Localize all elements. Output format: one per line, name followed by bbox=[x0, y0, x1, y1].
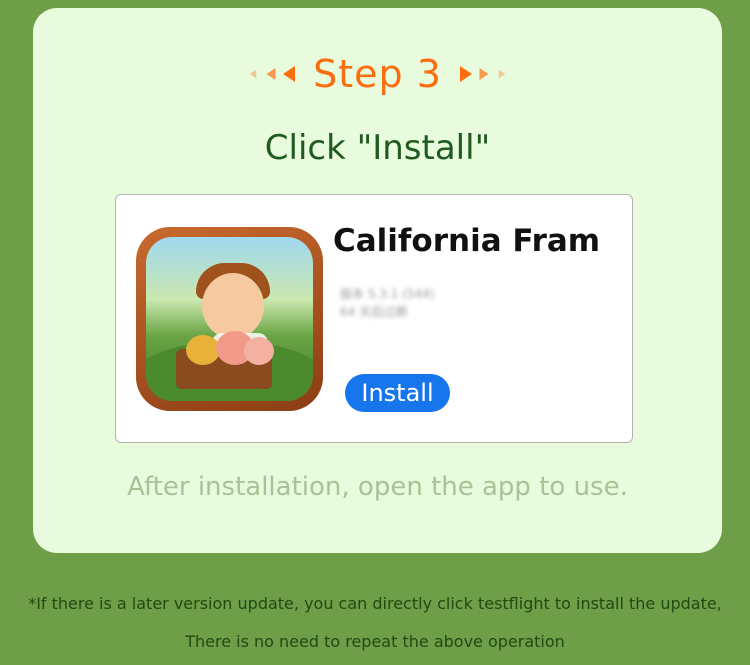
footnote-line2: There is no need to repeat the above ope… bbox=[185, 632, 565, 651]
app-version: 版本 5.3.1 (544) bbox=[340, 287, 435, 301]
arrow-left-icon bbox=[249, 69, 257, 79]
step-card: Step 3 Click "Install" California Fram 版… bbox=[33, 8, 722, 553]
app-meta: 版本 5.3.1 (544) 64 天后过期 bbox=[340, 285, 434, 321]
arrow-right-icon bbox=[479, 68, 489, 80]
instruction-text: Click "Install" bbox=[264, 128, 491, 168]
install-button[interactable]: Install bbox=[345, 374, 450, 412]
app-name: California Fram bbox=[333, 223, 601, 259]
footnote-line1: *If there is a later version update, you… bbox=[28, 594, 722, 613]
arrow-left-icon bbox=[266, 68, 276, 80]
arrow-left-icon bbox=[283, 66, 296, 82]
right-arrows bbox=[459, 66, 508, 82]
arrow-right-icon bbox=[498, 69, 506, 79]
step-title: Step 3 bbox=[313, 52, 442, 96]
app-icon-artwork bbox=[146, 237, 313, 401]
after-install-text: After installation, open the app to use. bbox=[127, 472, 628, 502]
left-arrows bbox=[247, 66, 296, 82]
app-install-preview: California Fram 版本 5.3.1 (544) 64 天后过期 I… bbox=[115, 194, 633, 443]
app-expiry: 64 天后过期 bbox=[340, 305, 408, 319]
app-icon bbox=[136, 227, 323, 411]
step-header: Step 3 bbox=[33, 46, 722, 102]
arrow-right-icon bbox=[459, 66, 472, 82]
